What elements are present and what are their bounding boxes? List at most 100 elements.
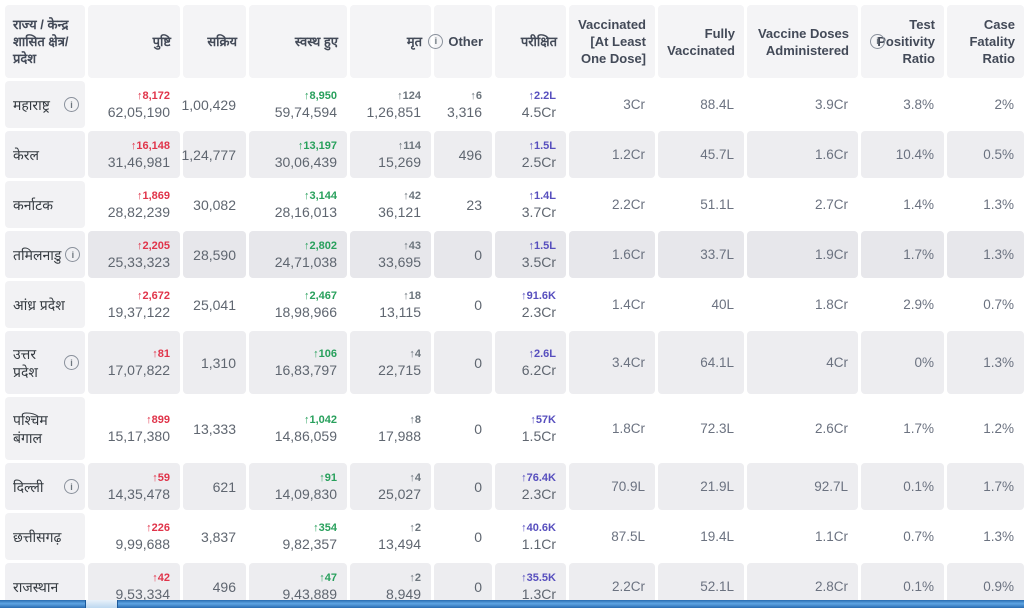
recovered-cell: ↑354 9,82,357: [249, 513, 347, 560]
table-row[interactable]: छत्तीसगढ़ ↑226 9,99,688 3,837 ↑354 9,82,…: [5, 513, 1024, 560]
tested-cell: ↑2.2L 4.5Cr: [495, 81, 566, 128]
column-header-deceased[interactable]: मृत: [350, 5, 431, 78]
state-name-cell[interactable]: महाराष्ट्र: [5, 81, 85, 128]
deceased-cell: ↑4 25,027: [350, 463, 431, 510]
doses-administered-value: 4Cr: [826, 354, 848, 372]
column-header-tested[interactable]: परीक्षित: [495, 5, 566, 78]
confirmed-delta: ↑899: [146, 413, 170, 427]
test-positivity-cell: 0%: [861, 331, 944, 394]
state-name-cell[interactable]: तमिलनाडु: [5, 231, 85, 278]
state-name-cell[interactable]: केरल: [5, 131, 85, 178]
active-value: 1,00,429: [182, 96, 237, 114]
deceased-value: 13,494: [378, 535, 421, 553]
table-row[interactable]: केरल ↑16,148 31,46,981 1,24,777 ↑13,197 …: [5, 131, 1024, 178]
active-value: 1,24,777: [182, 146, 237, 164]
other-cell: ↑6 3,316: [434, 81, 492, 128]
deceased-delta: ↑18: [403, 289, 421, 303]
table-row[interactable]: उत्तर प्रदेश ↑81 17,07,822 1,310 ↑106 16…: [5, 331, 1024, 394]
vaccinated-one-dose-cell: 1.4Cr: [569, 281, 655, 328]
column-header-test-positivity[interactable]: Test Positivity Ratio: [861, 5, 944, 78]
state-name-cell[interactable]: पश्चिम बंगाल: [5, 397, 85, 460]
column-header-label: स्वस्थ हुए: [295, 33, 338, 50]
active-value: 13,333: [193, 420, 236, 438]
case-fatality-cell: 0.5%: [947, 131, 1024, 178]
active-cell: 621: [183, 463, 246, 510]
confirmed-delta: ↑42: [152, 571, 170, 585]
column-header-label: Vaccinated [At Least One Dose]: [573, 16, 646, 67]
recovered-cell: ↑2,467 18,98,966: [249, 281, 347, 328]
deceased-cell: ↑8 17,988: [350, 397, 431, 460]
state-name-cell[interactable]: कर्नाटक: [5, 181, 85, 228]
column-header-confirmed[interactable]: पुष्टि: [88, 5, 180, 78]
info-icon[interactable]: [64, 355, 79, 370]
table-row[interactable]: आंध्र प्रदेश ↑2,672 19,37,122 25,041 ↑2,…: [5, 281, 1024, 328]
column-header-state[interactable]: राज्य / केन्द्र शासित क्षेत्र/ प्रदेश: [5, 5, 85, 78]
column-header-other[interactable]: Other: [434, 5, 492, 78]
recovered-delta: ↑1,042: [304, 413, 337, 427]
tested-cell: ↑76.4K 2.3Cr: [495, 463, 566, 510]
recovered-delta: ↑47: [319, 571, 337, 585]
confirmed-cell: ↑81 17,07,822: [88, 331, 180, 394]
info-icon[interactable]: [64, 97, 79, 112]
recovered-value: 9,82,357: [283, 535, 338, 553]
fully-vaccinated-cell: 33.7L: [658, 231, 744, 278]
table-row[interactable]: पश्चिम बंगाल ↑899 15,17,380 13,333 ↑1,04…: [5, 397, 1024, 460]
active-cell: 1,310: [183, 331, 246, 394]
info-icon[interactable]: [870, 34, 885, 49]
doses-administered-cell: 4Cr: [747, 331, 858, 394]
tested-value: 3.5Cr: [522, 253, 556, 271]
case-fatality-cell: 1.2%: [947, 397, 1024, 460]
column-header-recovered[interactable]: स्वस्थ हुए: [249, 5, 347, 78]
info-icon[interactable]: [64, 479, 79, 494]
other-cell: 23: [434, 181, 492, 228]
table-row[interactable]: कर्नाटक ↑1,869 28,82,239 30,082 ↑3,144 2…: [5, 181, 1024, 228]
info-icon[interactable]: [65, 247, 80, 262]
deceased-delta: ↑4: [409, 471, 421, 485]
test-positivity-value: 0.1%: [903, 578, 934, 596]
state-name-cell[interactable]: उत्तर प्रदेश: [5, 331, 85, 394]
state-name-cell[interactable]: छत्तीसगढ़: [5, 513, 85, 560]
confirmed-value: 9,99,688: [116, 535, 171, 553]
table-row[interactable]: दिल्ली ↑59 14,35,478 621 ↑91 14,09,830 ↑…: [5, 463, 1024, 510]
fully-vaccinated-value: 45.7L: [700, 146, 734, 164]
case-fatality-value: 1.3%: [983, 246, 1014, 264]
doses-administered-cell: 1.9Cr: [747, 231, 858, 278]
deceased-value: 13,115: [379, 303, 421, 321]
fully-vaccinated-value: 21.9L: [700, 478, 734, 496]
active-cell: 3,837: [183, 513, 246, 560]
vaccinated-one-dose-cell: 1.8Cr: [569, 397, 655, 460]
state-name: दिल्ली: [13, 478, 44, 496]
table-row[interactable]: महाराष्ट्र ↑8,172 62,05,190 1,00,429 ↑8,…: [5, 81, 1024, 128]
fully-vaccinated-cell: 45.7L: [658, 131, 744, 178]
recovered-cell: ↑8,950 59,74,594: [249, 81, 347, 128]
confirmed-value: 14,35,478: [108, 485, 170, 503]
deceased-cell: ↑43 33,695: [350, 231, 431, 278]
horizontal-scrollbar[interactable]: [0, 600, 1024, 608]
confirmed-cell: ↑59 14,35,478: [88, 463, 180, 510]
column-header-label: Fully Vaccinated: [662, 25, 735, 59]
column-header-doses-administered[interactable]: Vaccine Doses Administered: [747, 5, 858, 78]
test-positivity-value: 0%: [914, 354, 934, 372]
confirmed-delta: ↑16,148: [131, 139, 170, 153]
column-header-case-fatality[interactable]: Case Fatality Ratio: [947, 5, 1024, 78]
test-positivity-cell: 1.7%: [861, 397, 944, 460]
confirmed-delta: ↑1,869: [137, 189, 170, 203]
state-name: पश्चिम बंगाल: [13, 411, 79, 447]
recovered-value: 14,09,830: [275, 485, 337, 503]
table-row[interactable]: तमिलनाडु ↑2,205 25,33,323 28,590 ↑2,802 …: [5, 231, 1024, 278]
confirmed-value: 15,17,380: [108, 427, 170, 445]
state-name: केरल: [13, 146, 39, 164]
info-icon[interactable]: [428, 34, 443, 49]
vaccinated-one-dose-cell: 3Cr: [569, 81, 655, 128]
confirmed-delta: ↑81: [152, 347, 170, 361]
deceased-delta: ↑2: [409, 571, 421, 585]
state-name-cell[interactable]: आंध्र प्रदेश: [5, 281, 85, 328]
active-cell: 30,082: [183, 181, 246, 228]
state-name: राजस्थान: [13, 578, 58, 596]
column-header-fully-vaccinated[interactable]: Fully Vaccinated: [658, 5, 744, 78]
column-header-vaccinated-one-dose[interactable]: Vaccinated [At Least One Dose]: [569, 5, 655, 78]
column-header-active[interactable]: सक्रिय: [183, 5, 246, 78]
tested-delta: ↑2.2L: [528, 89, 556, 103]
state-name-cell[interactable]: दिल्ली: [5, 463, 85, 510]
scrollbar-thumb[interactable]: [85, 600, 118, 608]
